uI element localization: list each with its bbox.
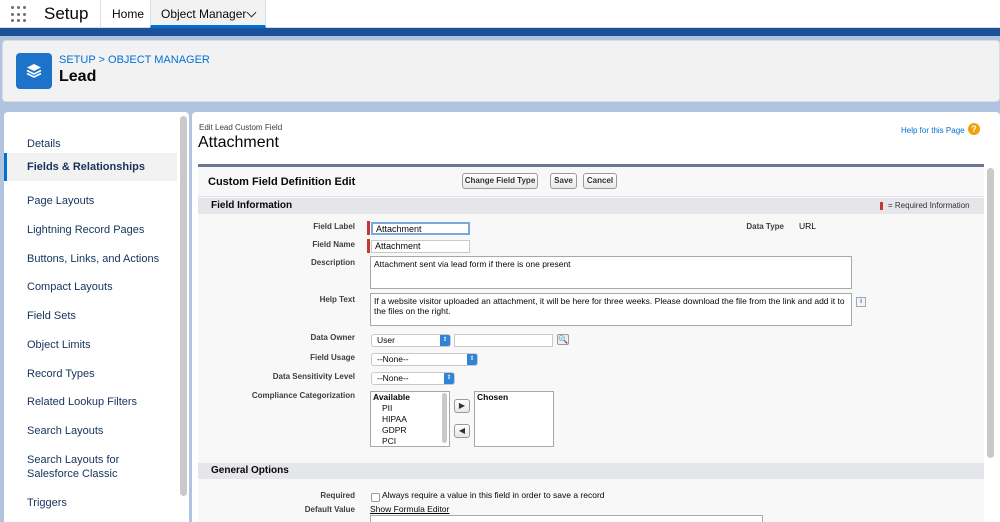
object-header: SETUP > OBJECT MANAGER Lead [2, 40, 1000, 102]
data-owner-type-value: User [377, 335, 395, 345]
move-left-icon[interactable]: ◀ [454, 424, 470, 438]
data-owner-type-select[interactable]: User ⇕ [371, 334, 451, 347]
section-title: Field Information [211, 200, 293, 211]
page-title: Attachment [198, 134, 279, 151]
required-label: Required [320, 491, 355, 500]
sidebar-item-search-layouts-classic[interactable]: Search Layouts for Salesforce Classic [4, 453, 144, 481]
list-item[interactable]: GDPR [371, 425, 449, 436]
sidebar-item-compact-layouts[interactable]: Compact Layouts [4, 280, 177, 294]
chevron-down-icon[interactable] [246, 7, 257, 18]
help-link[interactable]: Help for this Page [901, 126, 965, 135]
data-sensitivity-value: --None-- [377, 373, 409, 383]
field-usage-label: Field Usage [310, 353, 355, 362]
main-panel: Edit Lead Custom Field Attachment Help f… [192, 112, 1000, 522]
help-text-textarea[interactable]: If a website visitor uploaded an attachm… [370, 293, 852, 326]
required-text: Always require a value in this field in … [382, 490, 605, 500]
section-field-information: Field Information = Required Information [198, 198, 984, 214]
tab-object-manager[interactable]: Object Manager [150, 0, 266, 28]
field-label-label: Field Label [313, 222, 355, 231]
sidebar-item-buttons-links-actions[interactable]: Buttons, Links, and Actions [4, 252, 177, 266]
default-value-label: Default Value [304, 505, 355, 514]
data-sensitivity-select[interactable]: --None-- ⇕ [371, 372, 455, 385]
global-nav: Setup Home Object Manager [0, 0, 1000, 28]
cancel-button[interactable]: Cancel [583, 173, 617, 189]
field-name-label: Field Name [312, 240, 355, 249]
sidebar: Details Fields & Relationships Page Layo… [4, 112, 189, 522]
sidebar-item-lightning-record-pages[interactable]: Lightning Record Pages [4, 223, 177, 237]
save-button[interactable]: Save [550, 173, 577, 189]
move-right-icon[interactable]: ▶ [454, 399, 470, 413]
sidebar-item-search-layouts[interactable]: Search Layouts [4, 424, 177, 438]
required-legend-text: = Required Information [888, 201, 970, 210]
list-item[interactable]: HIPAA [371, 414, 449, 425]
help-icon[interactable]: ? [968, 123, 980, 135]
list-item[interactable]: PII [371, 403, 449, 414]
form-heading: Custom Field Definition Edit [208, 176, 356, 188]
field-name-input[interactable]: Attachment [371, 240, 470, 253]
sidebar-item-page-layouts[interactable]: Page Layouts [4, 194, 177, 208]
object-title: Lead [59, 68, 97, 85]
chosen-header: Chosen [477, 392, 509, 402]
description-textarea[interactable]: Attachment sent via lead form if there i… [370, 256, 852, 289]
tab-object-manager-label: Object Manager [161, 7, 247, 21]
chosen-list[interactable]: Chosen [474, 391, 554, 447]
compliance-label: Compliance Categorization [251, 391, 355, 400]
required-checkbox[interactable] [371, 493, 380, 502]
sidebar-item-object-limits[interactable]: Object Limits [4, 338, 177, 352]
lookup-icon[interactable]: 🔍 [557, 334, 569, 345]
sidebar-item-field-sets[interactable]: Field Sets [4, 309, 177, 323]
field-usage-value: --None-- [377, 354, 409, 364]
list-scrollbar[interactable] [442, 393, 447, 443]
sidebar-item-triggers[interactable]: Triggers [4, 496, 177, 510]
nav-divider [100, 0, 101, 28]
description-label: Description [310, 258, 355, 267]
sidebar-item-fields-relationships[interactable]: Fields & Relationships [4, 153, 177, 181]
sidebar-item-related-lookup-filters[interactable]: Related Lookup Filters [4, 395, 177, 409]
help-text-label: Help Text [319, 295, 355, 304]
data-owner-label: Data Owner [310, 333, 355, 342]
field-usage-select[interactable]: --None-- ⇕ [371, 353, 478, 366]
main-scrollbar[interactable] [987, 168, 994, 458]
section-title: General Options [211, 465, 289, 476]
section-general-options: General Options [198, 463, 984, 479]
sort-arrows-icon: ⇕ [444, 373, 454, 384]
form-header: Custom Field Definition Edit Change Fiel… [198, 167, 984, 197]
show-formula-editor-link[interactable]: Show Formula Editor [370, 504, 449, 514]
required-legend-marker [880, 202, 883, 210]
header-area: SETUP > OBJECT MANAGER Lead [0, 36, 1000, 106]
list-item[interactable]: PCI [371, 436, 449, 447]
available-header: Available [373, 392, 411, 402]
sidebar-item-record-types[interactable]: Record Types [4, 367, 177, 381]
field-label-input[interactable]: Attachment [371, 222, 470, 235]
body-area: Details Fields & Relationships Page Layo… [0, 106, 1000, 522]
app-name: Setup [44, 4, 89, 23]
available-list[interactable]: Available PII HIPAA GDPR PCI [370, 391, 450, 447]
required-marker [367, 221, 370, 235]
app-launcher-icon[interactable] [11, 6, 28, 23]
breadcrumb[interactable]: SETUP > OBJECT MANAGER [59, 54, 210, 66]
sidebar-scrollbar[interactable] [180, 116, 187, 496]
info-icon[interactable]: i [856, 297, 866, 307]
layers-icon [16, 53, 52, 89]
required-marker [367, 239, 370, 253]
default-value-textarea[interactable] [370, 515, 763, 522]
data-owner-lookup-input[interactable] [454, 334, 553, 347]
data-type-label: Data Type [746, 222, 784, 231]
edit-label: Edit Lead Custom Field [199, 123, 283, 132]
tab-home[interactable]: Home [102, 0, 154, 28]
data-sensitivity-label: Data Sensitivity Level [272, 372, 355, 381]
change-field-type-button[interactable]: Change Field Type [462, 173, 538, 189]
data-type-value: URL [799, 221, 817, 231]
sort-arrows-icon: ⇕ [467, 354, 477, 365]
field-edit-form: Custom Field Definition Edit Change Fiel… [198, 164, 984, 522]
sort-arrows-icon: ⇕ [440, 335, 450, 346]
sidebar-item-details[interactable]: Details [4, 137, 177, 151]
